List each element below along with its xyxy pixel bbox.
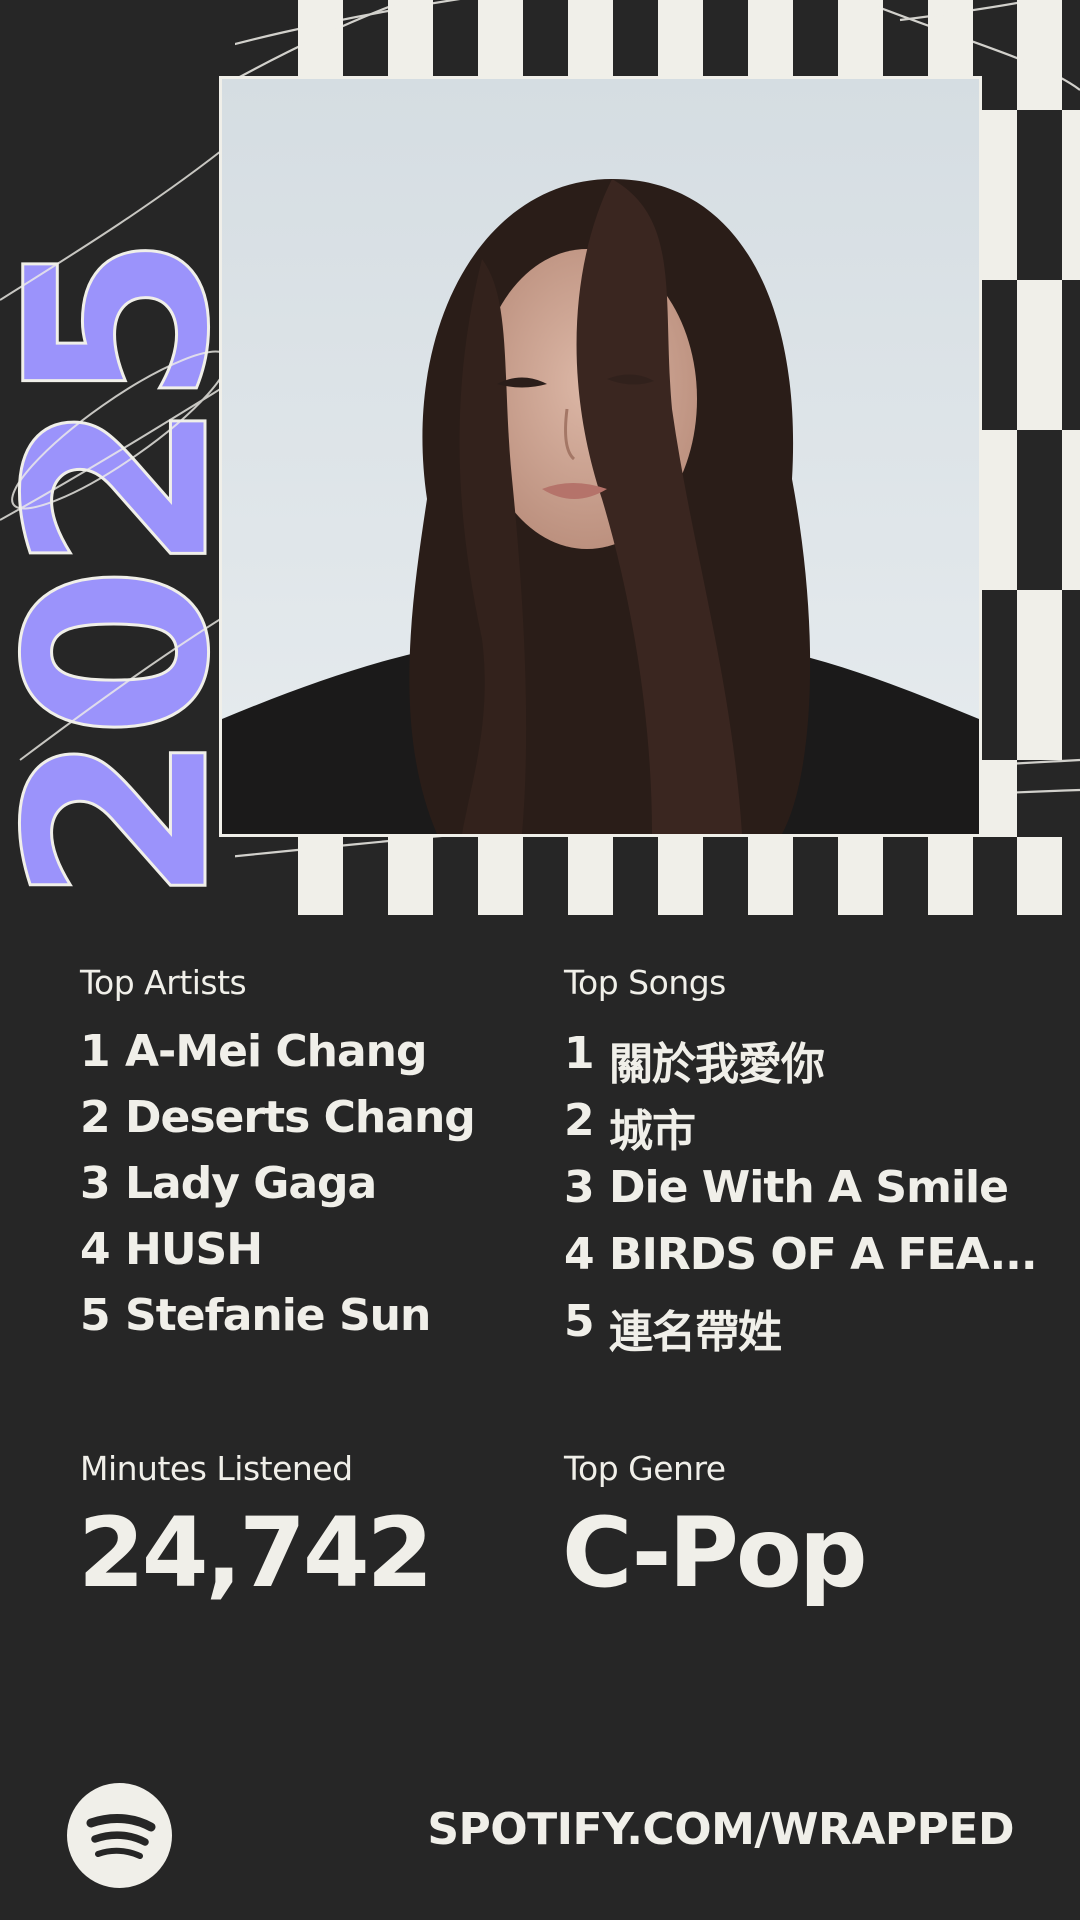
song-name: BIRDS OF A FEA... <box>609 1229 1038 1280</box>
song-name: 城市 <box>609 1106 696 1157</box>
wrapped-url-link[interactable]: SPOTIFY.COM/WRAPPED <box>427 1808 1014 1852</box>
top-songs-heading: Top Songs <box>564 963 726 1002</box>
minutes-value: 24,742 <box>78 1497 433 1609</box>
artist-rank: 5 <box>80 1290 111 1341</box>
artist-name: Lady Gaga <box>125 1158 377 1209</box>
year-2025-graphic: 2025 <box>0 0 235 905</box>
top-artists-heading: Top Artists <box>80 963 247 1002</box>
artist-photo <box>219 76 982 837</box>
artist-rank: 3 <box>80 1158 111 1209</box>
artist-name: Deserts Chang <box>125 1092 476 1143</box>
song-name: 關於我愛你 <box>609 1039 825 1090</box>
artist-name: Stefanie Sun <box>125 1290 431 1341</box>
genre-label: Top Genre <box>564 1449 726 1488</box>
artist-name: HUSH <box>125 1224 263 1275</box>
svg-text:2025: 2025 <box>0 241 235 905</box>
artist-name: A-Mei Chang <box>125 1026 427 1077</box>
hero-artwork: 2025 <box>0 0 1080 915</box>
artist-rank: 2 <box>80 1092 111 1143</box>
song-rank: 5 <box>564 1296 595 1347</box>
song-rank: 4 <box>564 1229 595 1280</box>
song-rank: 2 <box>564 1095 595 1146</box>
song-name: Die With A Smile <box>609 1162 1009 1213</box>
artist-rank: 4 <box>80 1224 111 1275</box>
spotify-logo-icon[interactable] <box>67 1783 172 1888</box>
song-rank: 1 <box>564 1028 595 1079</box>
genre-value: C-Pop <box>562 1497 868 1609</box>
minutes-label: Minutes Listened <box>80 1449 353 1488</box>
song-name: 連名帶姓 <box>609 1307 782 1358</box>
song-rank: 3 <box>564 1162 595 1213</box>
artist-rank: 1 <box>80 1026 111 1077</box>
